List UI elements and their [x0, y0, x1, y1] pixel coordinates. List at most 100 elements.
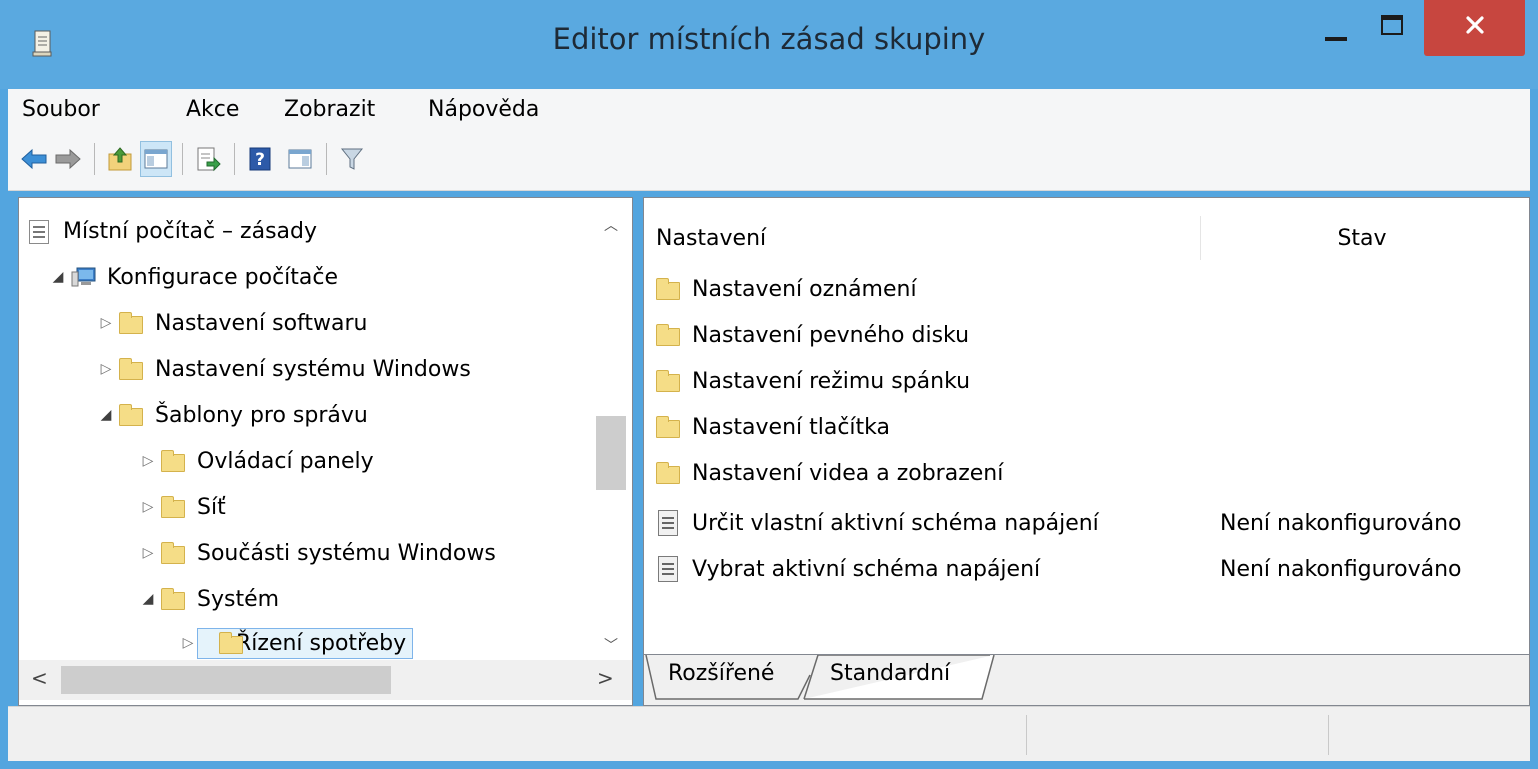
export-list-icon — [197, 147, 221, 172]
toolbar: ? — [8, 133, 1530, 191]
filter-button[interactable] — [336, 141, 368, 177]
forward-button[interactable] — [52, 141, 84, 177]
folder-icon — [656, 416, 684, 438]
tree-item-label: Nastavení softwaru — [155, 310, 368, 336]
status-divider — [1328, 715, 1329, 755]
minimize-icon — [1325, 37, 1347, 41]
expanded-arrow-icon[interactable]: ◢ — [139, 591, 157, 607]
toolbar-separator — [234, 143, 235, 175]
filter-icon — [340, 148, 364, 170]
menu-napoveda[interactable]: Nápověda — [428, 97, 539, 122]
tree-item-label: Součásti systému Windows — [197, 540, 496, 566]
tree-item-windows-components[interactable]: ▷ Součásti systému Windows — [139, 530, 496, 576]
show-hide-tree-button[interactable] — [140, 141, 172, 177]
list-item[interactable]: Vybrat aktivní schéma napájení Není nako… — [656, 546, 1526, 592]
menu-soubor[interactable]: Soubor — [22, 97, 100, 122]
policy-setting-icon — [656, 510, 684, 536]
show-action-pane-button[interactable] — [284, 141, 316, 177]
tree-item-computer-config[interactable]: ◢ Konfigurace počítače — [49, 254, 338, 300]
tree-item-label: Ovládací panely — [197, 448, 374, 474]
scroll-up-icon[interactable]: ︿ — [594, 208, 628, 242]
app-window: Editor místních zásad skupiny Soubor Akc… — [0, 0, 1538, 769]
tree-item-network[interactable]: ▷ Síť — [139, 484, 226, 530]
up-button[interactable] — [104, 141, 136, 177]
collapsed-arrow-icon[interactable]: ▷ — [139, 499, 157, 515]
scroll-thumb[interactable] — [596, 416, 626, 490]
tree-item-admin-templates[interactable]: ◢ Šablony pro správu — [97, 392, 368, 438]
show-action-pane-icon — [288, 149, 312, 169]
scroll-right-icon[interactable]: > — [597, 666, 614, 690]
list-item[interactable]: Určit vlastní aktivní schéma napájení Ne… — [656, 500, 1526, 546]
scroll-thumb[interactable] — [61, 666, 391, 694]
help-button[interactable]: ? — [244, 141, 276, 177]
collapsed-arrow-icon[interactable]: ▷ — [97, 361, 115, 377]
collapsed-arrow-icon[interactable]: ▷ — [139, 545, 157, 561]
list-item[interactable]: Nastavení videa a zobrazení — [656, 450, 1526, 496]
column-header-state[interactable]: Stav — [1204, 216, 1520, 260]
tree-item-windows-settings[interactable]: ▷ Nastavení systému Windows — [97, 346, 471, 392]
column-header-setting[interactable]: Nastavení — [656, 216, 1201, 260]
export-list-button[interactable] — [192, 141, 224, 177]
list-item-name: Určit vlastní aktivní schéma napájení — [692, 510, 1099, 536]
list-item-state: Není nakonfigurováno — [1220, 556, 1462, 582]
settings-list-pane: Nastavení Stav Nastavení oznámení Nastav… — [643, 197, 1530, 655]
list-item[interactable]: Nastavení pevného disku — [656, 312, 1526, 358]
list-item-name: Nastavení videa a zobrazení — [692, 460, 1004, 486]
list-item-name: Nastavení režimu spánku — [692, 368, 971, 394]
tree-item-local-policy[interactable]: Místní počítač – zásady — [23, 208, 317, 254]
tree-item-system[interactable]: ◢ Systém — [139, 576, 279, 622]
scroll-down-icon[interactable]: ﹀ — [594, 628, 628, 662]
list-item[interactable]: Nastavení tlačítka — [656, 404, 1526, 450]
folder-icon — [161, 588, 187, 610]
up-folder-icon — [108, 147, 132, 171]
list-item[interactable]: Nastavení režimu spánku — [656, 358, 1526, 404]
maximize-icon — [1381, 15, 1403, 35]
show-hide-tree-icon — [144, 149, 168, 169]
folder-icon — [656, 324, 684, 346]
minimize-button[interactable] — [1310, 0, 1364, 56]
menu-zobrazit[interactable]: Zobrazit — [284, 97, 375, 122]
list-item[interactable]: Nastavení oznámení — [656, 266, 1526, 312]
list-item-state: Není nakonfigurováno — [1220, 510, 1462, 536]
back-arrow-icon — [21, 148, 47, 170]
menu-akce[interactable]: Akce — [186, 97, 239, 122]
status-bar — [8, 706, 1530, 761]
collapsed-arrow-icon[interactable]: ▷ — [139, 453, 157, 469]
folder-icon — [656, 278, 684, 300]
close-icon — [1466, 16, 1484, 34]
tree-pane: Místní počítač – zásady ◢ Konfigurace po… — [18, 197, 633, 706]
tab-extended[interactable]: Rozšířené — [658, 655, 784, 699]
expanded-arrow-icon[interactable]: ◢ — [49, 269, 67, 285]
view-tabs: Rozšířené Standardní — [643, 655, 1530, 706]
tree-vertical-scrollbar[interactable]: ︿ ﹀ — [594, 198, 628, 654]
folder-icon — [219, 632, 245, 654]
folder-icon — [656, 370, 684, 392]
window-title: Editor místních zásad skupiny — [552, 22, 986, 56]
tree-horizontal-scrollbar[interactable]: < > — [19, 660, 632, 700]
toolbar-separator — [94, 143, 95, 175]
folder-icon — [119, 312, 145, 334]
close-button[interactable] — [1424, 0, 1525, 56]
collapsed-arrow-icon[interactable]: ▷ — [179, 635, 197, 651]
svg-text:?: ? — [255, 150, 265, 170]
policy-setting-icon — [656, 556, 684, 582]
back-button[interactable] — [18, 141, 50, 177]
collapsed-arrow-icon[interactable]: ▷ — [97, 315, 115, 331]
toolbar-separator — [326, 143, 327, 175]
status-divider — [1026, 715, 1027, 755]
folder-icon — [656, 462, 684, 484]
folder-icon — [161, 542, 187, 564]
title-bar: Editor místních zásad skupiny — [0, 0, 1538, 89]
maximize-button[interactable] — [1366, 0, 1420, 56]
tree-item-control-panel[interactable]: ▷ Ovládací panely — [139, 438, 374, 484]
computer-icon — [71, 266, 97, 288]
folder-icon — [119, 404, 145, 426]
list-item-name: Nastavení pevného disku — [692, 322, 970, 348]
help-icon: ? — [249, 147, 271, 171]
expanded-arrow-icon[interactable]: ◢ — [97, 407, 115, 423]
tree-item-software-settings[interactable]: ▷ Nastavení softwaru — [97, 300, 368, 346]
scroll-left-icon[interactable]: < — [31, 666, 48, 690]
tree-item-label: Šablony pro správu — [155, 402, 368, 428]
folder-icon — [119, 358, 145, 380]
tab-standard[interactable]: Standardní — [820, 655, 960, 699]
